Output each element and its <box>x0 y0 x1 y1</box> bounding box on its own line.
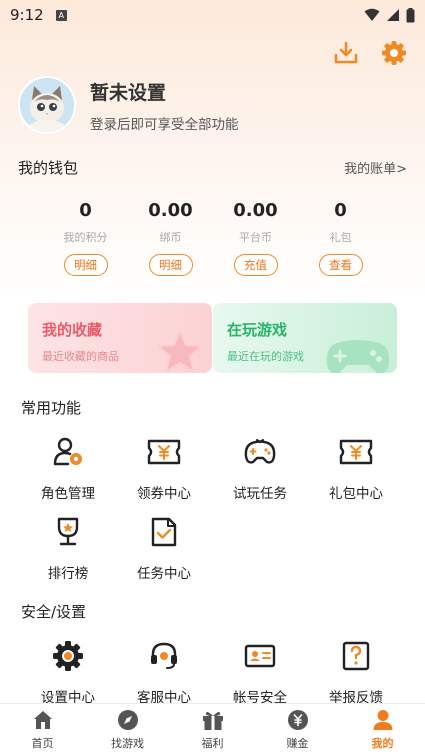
report-icon <box>338 638 374 674</box>
wifi-icon <box>364 8 380 21</box>
id-card-icon <box>242 638 278 674</box>
view-gift-packs-button[interactable]: 查看 <box>318 254 363 276</box>
compass-icon <box>116 708 140 732</box>
profile-header[interactable]: 暂未设置 登录后即可享受全部功能 <box>18 76 239 134</box>
headset-icon <box>146 638 182 674</box>
recharge-button[interactable]: 充值 <box>233 254 278 276</box>
gamepad-icon <box>242 434 278 470</box>
gamepad-deco-icon <box>326 340 390 373</box>
profile-page: 9:12 A 暂未设置 登录后即可享受全部功能 我的钱包 我的账单> 0 我的积… <box>0 0 425 755</box>
wallet-label: 礼包 <box>329 231 352 244</box>
grid-label: 任务中心 <box>137 566 191 582</box>
top-actions <box>333 40 407 66</box>
security-settings-title: 安全/设置 <box>21 603 87 621</box>
nav-find-games[interactable]: 找游戏 <box>85 704 170 755</box>
favorites-card[interactable]: 我的收藏 最近收藏的商品 <box>28 303 212 373</box>
status-indicators <box>364 7 415 23</box>
notification-a-icon: A <box>55 9 67 21</box>
battery-icon <box>406 7 415 22</box>
settings-icon <box>50 638 86 674</box>
grid-label: 试玩任务 <box>233 486 287 502</box>
status-time: 9:12 <box>10 6 44 24</box>
gift-pack-center-item[interactable]: 礼包中心 <box>308 432 404 512</box>
nav-mine[interactable]: 我的 <box>340 704 425 755</box>
status-bar: 9:12 A <box>0 0 425 30</box>
wallet-header: 我的钱包 我的账单> <box>18 157 407 178</box>
task-icon <box>146 514 182 550</box>
common-functions-title: 常用功能 <box>21 399 82 417</box>
coupon-icon <box>146 434 182 470</box>
download-icon[interactable] <box>333 40 359 66</box>
settings-gear-icon[interactable] <box>381 40 407 66</box>
gift-pack-icon <box>338 434 374 470</box>
user-icon <box>371 708 395 732</box>
coupon-center-item[interactable]: 领券中心 <box>116 432 212 512</box>
nav-home[interactable]: 首页 <box>0 704 85 755</box>
bottom-navigation: 首页 找游戏 福利 赚金 我的 <box>0 703 425 755</box>
avatar[interactable] <box>18 76 76 134</box>
wallet-value: 0.00 <box>233 200 278 221</box>
profile-name: 暂未设置 <box>90 81 167 104</box>
home-icon <box>31 708 55 732</box>
common-functions-grid: 角色管理 领券中心 试玩任务 礼包中心 排行榜 任务中心 <box>20 432 404 592</box>
nav-label: 找游戏 <box>111 737 144 750</box>
nav-label: 福利 <box>201 737 224 750</box>
wallet-points: 0 我的积分 明细 <box>43 200 128 276</box>
gift-icon <box>201 708 225 732</box>
wallet-grid: 0 我的积分 明细 0.00 绑币 明细 0.00 平台币 充值 0 礼包 查看 <box>43 200 383 276</box>
leaderboard-item[interactable]: 排行榜 <box>20 512 116 592</box>
my-bills-link[interactable]: 我的账单> <box>344 158 407 177</box>
signal-icon <box>387 9 399 21</box>
wallet-value: 0 <box>79 200 92 221</box>
wallet-label: 我的积分 <box>63 231 108 244</box>
grid-label: 礼包中心 <box>329 486 383 502</box>
wallet-value: 0 <box>334 200 347 221</box>
points-detail-button[interactable]: 明细 <box>63 254 108 276</box>
nav-welfare[interactable]: 福利 <box>170 704 255 755</box>
grid-label: 角色管理 <box>41 486 95 502</box>
role-manage-icon <box>50 434 86 470</box>
role-manage-item[interactable]: 角色管理 <box>20 432 116 512</box>
wallet-gift-packs: 0 礼包 查看 <box>298 200 383 276</box>
wallet-label: 绑币 <box>159 231 182 244</box>
grid-label: 领券中心 <box>137 486 191 502</box>
profile-info: 暂未设置 登录后即可享受全部功能 <box>90 78 239 133</box>
playing-games-card[interactable]: 在玩游戏 最近在玩的游戏 <box>213 303 397 373</box>
task-center-item[interactable]: 任务中心 <box>116 512 212 592</box>
nav-label: 我的 <box>371 737 394 750</box>
profile-subtitle: 登录后即可享受全部功能 <box>90 116 239 133</box>
wallet-bound-coin: 0.00 绑币 明细 <box>128 200 213 276</box>
nav-label: 赚金 <box>286 737 309 750</box>
wallet-title: 我的钱包 <box>18 159 79 177</box>
star-icon <box>157 330 203 373</box>
bound-coin-detail-button[interactable]: 明细 <box>148 254 193 276</box>
wallet-platform-coin: 0.00 平台币 充值 <box>213 200 298 276</box>
nav-earn-gold[interactable]: 赚金 <box>255 704 340 755</box>
nav-label: 首页 <box>31 737 54 750</box>
wallet-label: 平台币 <box>239 231 272 244</box>
wallet-value: 0.00 <box>148 200 193 221</box>
trial-task-item[interactable]: 试玩任务 <box>212 432 308 512</box>
coin-icon <box>286 708 310 732</box>
trophy-icon <box>50 514 86 550</box>
grid-label: 排行榜 <box>47 566 89 582</box>
